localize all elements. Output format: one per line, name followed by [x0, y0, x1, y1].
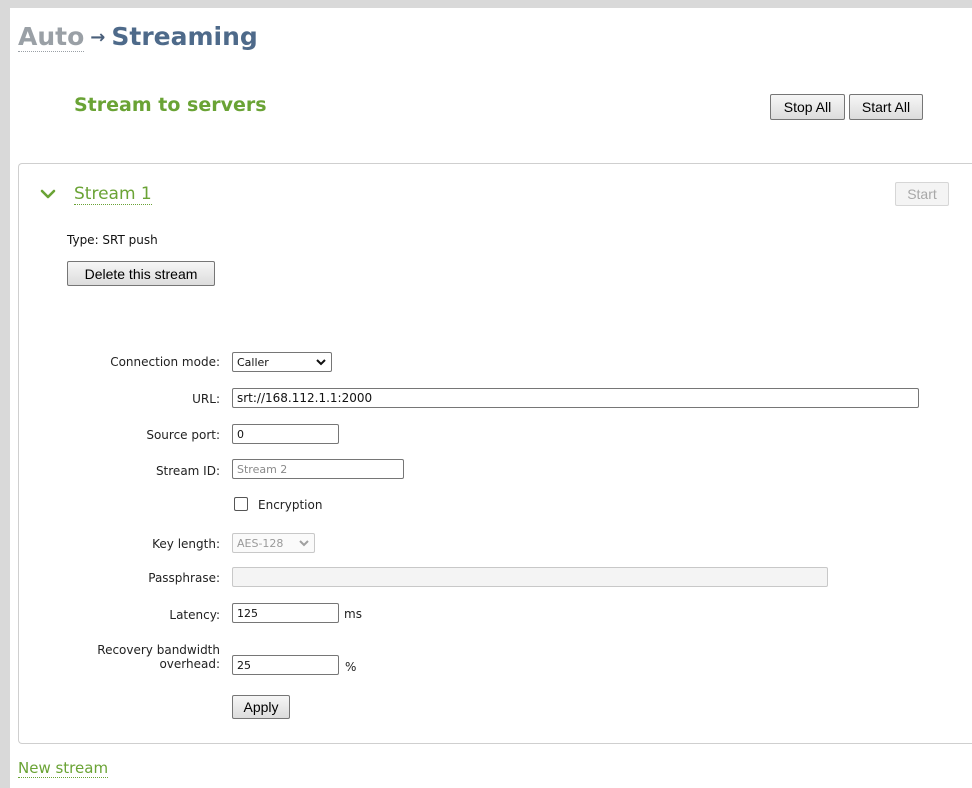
passphrase-input[interactable] [232, 567, 828, 587]
page-title: Streaming [111, 22, 258, 51]
encryption-checkbox[interactable] [234, 497, 248, 511]
breadcrumb: Auto → Streaming [18, 22, 258, 52]
stream-id-label: Stream ID: [155, 464, 220, 478]
chevron-down-icon [316, 359, 326, 366]
stream-name-link[interactable]: Stream 1 [74, 184, 152, 205]
latency-unit: ms [344, 607, 362, 621]
passphrase-label: Passphrase: [148, 571, 220, 585]
recovery-overhead-label-line2: overhead: [159, 657, 220, 671]
breadcrumb-arrow-icon: → [90, 27, 106, 48]
stream-type-text: Type: SRT push [67, 233, 158, 247]
latency-input[interactable]: 125 [232, 603, 339, 623]
start-all-button[interactable]: Start All [849, 94, 923, 120]
connection-mode-label: Connection mode: [110, 355, 220, 369]
key-length-value: AES-128 [237, 536, 284, 550]
breadcrumb-parent-link[interactable]: Auto [18, 22, 85, 52]
window-frame-top [0, 0, 972, 8]
stream-id-input[interactable]: Stream 2 [232, 459, 404, 479]
recovery-overhead-unit: % [345, 660, 357, 674]
source-port-label: Source port: [146, 428, 220, 442]
connection-mode-select[interactable]: Caller [232, 352, 332, 372]
chevron-down-icon[interactable] [38, 184, 58, 204]
recovery-overhead-label-line1: Recovery bandwidth [97, 643, 220, 657]
stream-start-button[interactable]: Start [895, 182, 949, 206]
apply-button[interactable]: Apply [232, 695, 290, 719]
key-length-label: Key length: [152, 537, 220, 551]
source-port-input[interactable]: 0 [232, 424, 339, 444]
recovery-overhead-input[interactable]: 25 [232, 655, 339, 675]
connection-mode-value: Caller [237, 355, 269, 369]
new-stream-link[interactable]: New stream [18, 759, 109, 778]
section-title: Stream to servers [74, 94, 267, 116]
url-input[interactable]: srt://168.112.1.1:2000 [232, 388, 919, 408]
key-length-select[interactable]: AES-128 [232, 533, 315, 553]
url-label: URL: [192, 392, 220, 406]
stop-all-button[interactable]: Stop All [770, 94, 845, 120]
latency-label: Latency: [169, 608, 220, 622]
encryption-label[interactable]: Encryption [258, 498, 322, 512]
chevron-down-icon [299, 540, 309, 547]
delete-stream-button[interactable]: Delete this stream [67, 261, 215, 286]
